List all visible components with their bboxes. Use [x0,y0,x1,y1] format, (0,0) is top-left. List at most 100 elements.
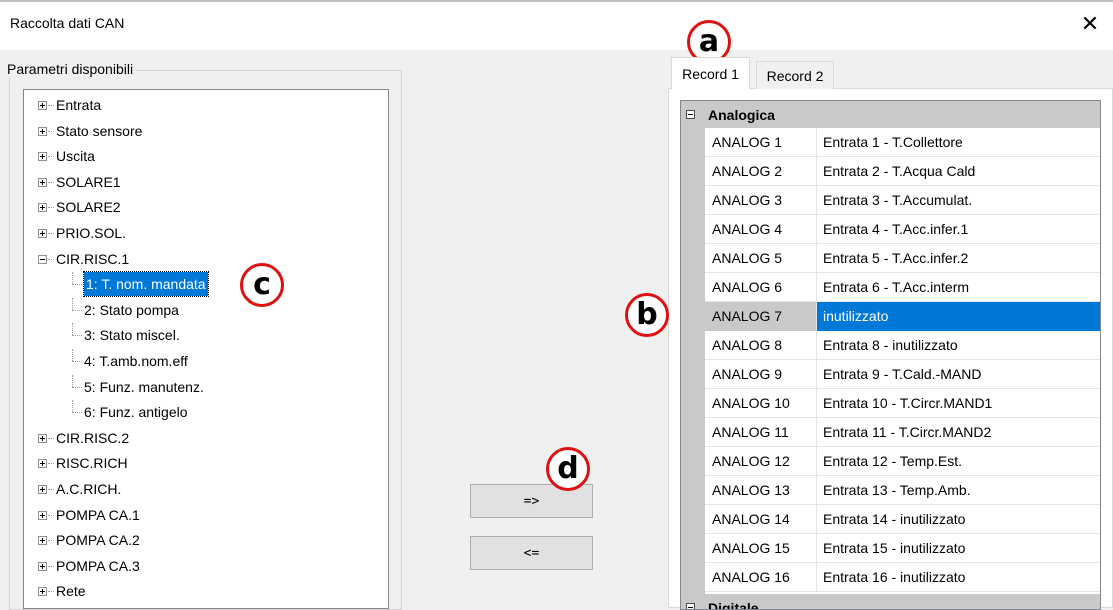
callout-a-letter: a [698,24,720,59]
tree-node[interactable]: POMPA CA.1 [24,503,384,527]
tree-node[interactable]: PRIO.SOL. [24,221,384,245]
collapse-icon[interactable] [686,603,695,609]
tree-node-label: 2: Stato pompa [84,301,179,318]
grid-row[interactable]: ANALOG 11 Entrata 11 - T.Circr.MAND2 [705,418,1100,447]
params-tree[interactable]: Entrata Stato sensore Uscita SOLARE1 SOLARE2… [23,89,389,609]
grid-row-value[interactable]: Entrata 9 - T.Cald.-MAND [817,360,1100,389]
tree-child-item[interactable]: 6: Funz. antigelo [24,400,384,424]
tree-node-label: POMPA CA.1 [56,506,140,523]
tab-record-2[interactable]: Record 2 [756,61,834,89]
tree-connector [48,233,54,234]
tree-connector [48,181,54,183]
grid-row-value[interactable]: Entrata 6 - T.Acc.interm [817,273,1100,302]
grid-row[interactable]: ANALOG 2 Entrata 2 - T.Acqua Cald [705,157,1100,186]
tree-node[interactable]: Stato sensore [24,119,384,143]
tree-node[interactable]: SOLARE2 [24,195,384,219]
grid-row-value[interactable]: Entrata 15 - inutilizzato [817,534,1100,563]
grid-row[interactable]: ANALOG 8 Entrata 8 - inutilizzato [705,331,1100,360]
grid-row-value[interactable]: Entrata 3 - T.Accumulat. [817,186,1100,215]
grid-row-name: ANALOG 9 [705,360,817,389]
grid-row[interactable]: ANALOG 7 inutilizzato [705,302,1100,331]
grid-row[interactable]: ANALOG 1 Entrata 1 - T.Collettore [705,128,1100,157]
tree-node-label: Uscita [56,148,95,165]
tree-node[interactable]: RISC.RICH [24,451,384,475]
remove-button-label: <= [523,545,540,561]
tree-connector [72,374,73,387]
remove-button[interactable]: <= [470,536,593,570]
grid-row-value[interactable]: inutilizzato [817,302,1100,331]
expand-icon[interactable] [38,152,47,162]
grid-row-value[interactable]: Entrata 2 - T.Acqua Cald [817,157,1100,186]
tree-connector [72,386,82,388]
grid-row-name: ANALOG 6 [705,273,817,302]
grid-row[interactable]: ANALOG 5 Entrata 5 - T.Acc.infer.2 [705,244,1100,273]
expand-icon[interactable] [38,126,47,136]
grid-row[interactable]: ANALOG 15 Entrata 15 - inutilizzato [705,534,1100,563]
tree-connector [72,297,73,310]
tree-node[interactable]: Entrata [24,93,384,117]
collapse-icon[interactable] [686,110,695,119]
grid-row[interactable]: ANALOG 6 Entrata 6 - T.Acc.interm [705,273,1100,302]
grid-row-name: ANALOG 2 [705,157,817,186]
tree-connector [72,272,73,285]
tree-child-item[interactable]: 1: T. nom. mandata [24,271,384,298]
tree-child-item[interactable]: 3: Stato miscel. [24,323,384,347]
grid-row[interactable]: ANALOG 9 Entrata 9 - T.Cald.-MAND [705,360,1100,389]
grid-row-value[interactable]: Entrata 4 - T.Acc.infer.1 [817,215,1100,244]
category-label: Digitale [708,600,759,610]
expand-icon[interactable] [38,177,47,187]
collapse-icon[interactable] [38,254,47,264]
grid-row-name: ANALOG 12 [705,447,817,476]
tree-node-label: 1: T. nom. mandata [83,271,209,298]
tree-connector [48,463,54,465]
grid-row-value[interactable]: Entrata 14 - inutilizzato [817,505,1100,534]
grid-row-value[interactable]: Entrata 12 - Temp.Est. [817,447,1100,476]
expand-icon[interactable] [38,459,47,469]
tree-node[interactable]: SOLARE1 [24,170,384,194]
grid-row[interactable]: ANALOG 14 Entrata 14 - inutilizzato [705,505,1100,534]
tree-child-item[interactable]: 2: Stato pompa [24,297,384,322]
grid-row-value[interactable]: Entrata 11 - T.Circr.MAND2 [817,418,1100,447]
grid-row-value[interactable]: Entrata 8 - inutilizzato [817,331,1100,360]
grid-row-value[interactable]: Entrata 10 - T.Circr.MAND1 [817,389,1100,418]
expand-icon[interactable] [38,536,47,546]
tree-child-item[interactable]: 4: T.amb.nom.eff [24,349,384,373]
tree-connector [48,258,54,260]
grid-row[interactable]: ANALOG 10 Entrata 10 - T.Circr.MAND1 [705,389,1100,418]
grid-row-value[interactable]: Entrata 1 - T.Collettore [817,128,1100,157]
grid-row[interactable]: ANALOG 13 Entrata 13 - Temp.Amb. [705,476,1100,505]
tree-node-label: 3: Stato miscel. [84,327,180,344]
tree-node[interactable]: CIR.RISC.2 [24,426,384,450]
grid-row-value[interactable]: Entrata 16 - inutilizzato [817,563,1100,592]
tree-child-item[interactable]: 5: Funz. manutenz. [24,374,384,399]
expand-icon[interactable] [38,203,47,213]
expand-icon[interactable] [38,101,47,110]
category-analogica[interactable]: Analogica [681,101,1100,128]
property-grid[interactable]: Analogica Digitale ANALOG 1 Entrata 1 - T… [680,100,1101,610]
category-digitale[interactable]: Digitale [681,594,1100,610]
grid-row-value[interactable]: Entrata 13 - Temp.Amb. [817,476,1100,505]
grid-row[interactable]: ANALOG 4 Entrata 4 - T.Acc.infer.1 [705,215,1100,244]
grid-row-value[interactable]: Entrata 5 - T.Acc.infer.2 [817,244,1100,273]
tree-node[interactable]: CIR.RISC.1 [24,247,384,271]
expand-icon[interactable] [38,229,47,238]
tab-record-1[interactable]: Record 1 [671,57,750,89]
tree-node-label: PRIO.SOL. [56,225,127,241]
tree-node[interactable]: POMPA CA.2 [24,528,384,552]
expand-icon[interactable] [38,433,47,443]
expand-icon[interactable] [38,485,47,494]
tree-node[interactable]: Uscita [24,144,384,168]
grid-row[interactable]: ANALOG 12 Entrata 12 - Temp.Est. [705,447,1100,476]
grid-row-name: ANALOG 8 [705,331,817,360]
callout-c-letter: c [253,267,271,302]
grid-row-name: ANALOG 16 [705,563,817,592]
expand-icon[interactable] [38,561,47,571]
close-button[interactable]: ✕ [1067,6,1113,42]
tree-node[interactable]: Rete [24,579,384,603]
tree-node[interactable]: POMPA CA.3 [24,554,384,578]
expand-icon[interactable] [38,587,47,597]
tree-node[interactable]: A.C.RICH. [24,477,384,501]
expand-icon[interactable] [38,510,47,520]
grid-row[interactable]: ANALOG 16 Entrata 16 - inutilizzato [705,563,1100,592]
grid-row[interactable]: ANALOG 3 Entrata 3 - T.Accumulat. [705,186,1100,215]
